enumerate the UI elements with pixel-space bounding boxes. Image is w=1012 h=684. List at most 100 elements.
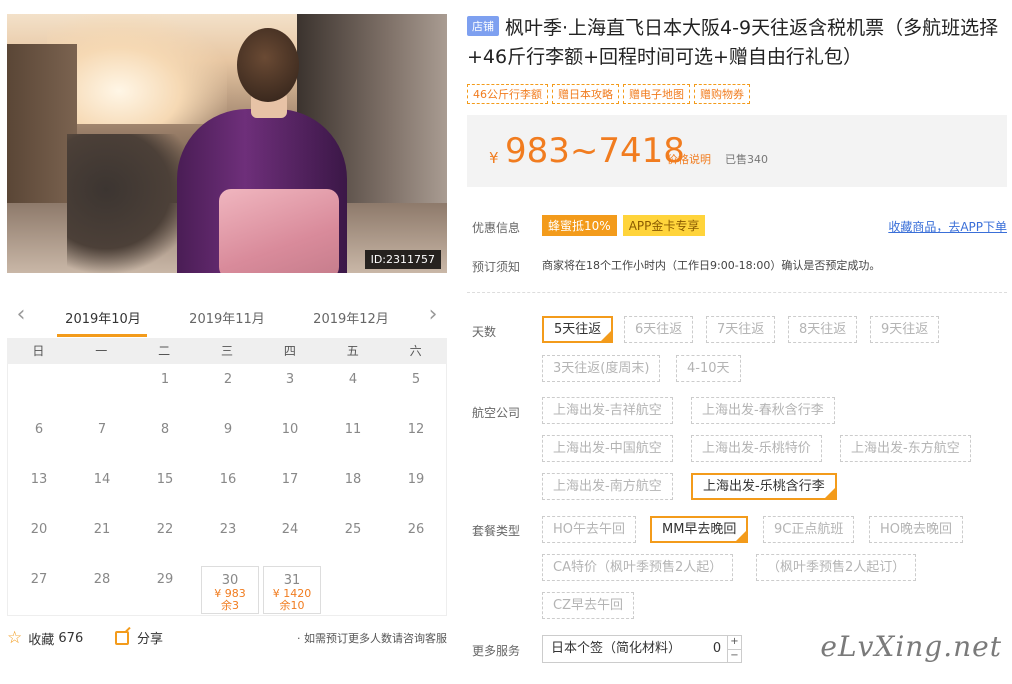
weekday-label: 三 [221,344,234,358]
weekday-label: 一 [95,344,108,358]
option-days[interactable]: 8天往返 [788,316,858,343]
option-package[interactable]: HO晚去晚回 [869,516,964,543]
app-order-link[interactable]: 收藏商品，去APP下单 [888,218,1007,235]
calendar-day: 13 [30,472,48,487]
share-icon [115,630,129,645]
calendar-day: 28 [93,572,111,587]
option-airline[interactable]: 上海出发-吉祥航空 [542,397,673,424]
calendar-day: 4 [348,372,358,387]
calendar-day: 25 [344,522,362,537]
option-days[interactable]: 7天往返 [706,316,776,343]
weekday-label: 五 [346,344,359,358]
calendar-day-number: 31 [283,573,301,588]
weekday-label: 日 [32,344,45,358]
product-page: ID:2311757 ‹ 2019年10月 2019年11月 2019年12月 … [0,0,1012,684]
calendar-day: 22 [156,522,174,537]
services-label: 更多服务 [472,644,521,658]
calendar-day: 1 [160,372,170,387]
service-item: 日本个签（简化材料） [551,641,682,656]
calendar-day: 16 [219,472,237,487]
share-label: 分享 [137,632,164,647]
calendar-day: 6 [34,422,44,437]
weekday-label: 四 [283,344,296,358]
promo-badges: 蜂蜜抵10% APP金卡专享 [542,215,706,236]
calendar-day: 21 [93,522,111,537]
option-airline[interactable]: 上海出发-乐桃特价 [691,435,822,462]
option-days[interactable]: 9天往返 [870,316,940,343]
quantity-stepper: + − [727,636,741,662]
option-days[interactable]: 4-10天 [676,355,741,382]
option-package[interactable]: CA特价（枫叶季预售2人起） [542,554,734,581]
gift-tags: 46公斤行李额 赠日本攻略 赠电子地图 赠购物券 [467,84,750,104]
favorite-label: 收藏 [28,632,55,648]
calendar-day: 12 [407,422,425,437]
calendar-grid: 1 2 3 4 5 6 7 8 9 10 11 12 13 14 15 16 17 18 19 20 21 22 23 24 2… [7,364,447,616]
calendar-day: 19 [407,472,425,487]
option-airline[interactable]: 上海出发-春秋含行李 [691,397,835,424]
favorite-button[interactable]: ☆ 收藏 676 [7,628,83,648]
calendar-day: 23 [219,522,237,537]
option-package[interactable]: MM早去晚回 [650,516,749,543]
active-month-indicator [57,334,147,337]
photo-id-badge: ID:2311757 [364,250,441,269]
option-airline[interactable]: 上海出发-中国航空 [542,435,673,462]
price-range: 983~7418 [505,131,685,171]
service-quantity[interactable]: 0 [707,636,727,662]
tab-month-nov[interactable]: 2019年11月 [181,308,273,327]
minus-button[interactable]: − [728,650,741,663]
calendar-day: 17 [281,472,299,487]
price-explain-link[interactable]: 价格说明 [667,151,711,167]
gift-tag: 赠购物券 [694,84,750,104]
star-icon: ☆ [7,628,23,648]
product-title: 枫叶季·上海直飞日本大阪4-9天往返含税机票（多航班选择+46斤行李额+回程时间… [467,17,999,68]
chevron-left-icon[interactable]: ‹ [11,304,31,326]
calendar-day[interactable]: 31 ¥ 1420 余10 [263,566,321,614]
calendar-footer: ☆ 收藏 676 分享 · 如需预订更多人数请咨询客服 [7,626,447,648]
product-photo: ID:2311757 [7,14,447,273]
sold-count: 已售340 [725,153,768,166]
shop-badge[interactable]: 店铺 [467,16,499,36]
gift-tag: 赠电子地图 [623,84,690,104]
calendar-day: 27 [30,572,48,587]
calendar-day: 7 [97,422,107,437]
share-button[interactable]: 分享 [115,628,163,647]
chevron-right-icon[interactable]: › [423,304,443,326]
calendar-day: 2 [223,372,233,387]
days-label: 天数 [472,325,497,339]
calendar-day: 3 [285,372,295,387]
favorite-count: 676 [58,630,84,646]
option-airline[interactable]: 上海出发-乐桃含行李 [691,473,837,500]
calendar-day: 14 [93,472,111,487]
option-days[interactable]: 6天往返 [624,316,694,343]
calendar-day: 24 [281,522,299,537]
booking-note: · 如需预订更多人数请咨询客服 [297,632,447,645]
promo-label: 优惠信息 [472,221,521,235]
option-package[interactable]: CZ早去午回 [542,592,634,619]
package-label: 套餐类型 [472,524,521,538]
option-package[interactable]: （枫叶季预售2人起订） [756,554,917,581]
airline-label: 航空公司 [472,406,521,420]
tab-month-dec[interactable]: 2019年12月 [305,308,397,327]
plus-button[interactable]: + [728,636,741,650]
option-airline[interactable]: 上海出发-东方航空 [840,435,971,462]
notice-text: 商家将在18个工作小时内（工作日9:00-18:00）确认是否预定成功。 [542,259,881,272]
calendar-day: 9 [223,422,233,437]
calendar-day: 18 [344,472,362,487]
option-days[interactable]: 5天往返 [542,316,614,343]
tab-month-oct[interactable]: 2019年10月 [57,308,149,327]
weekday-label: 二 [158,344,171,358]
app-gold-badge: APP金卡专享 [622,215,706,236]
weekday-label: 六 [409,344,422,358]
price-box: ¥ 983~7418 价格说明 已售340 [467,115,1007,187]
option-airline[interactable]: 上海出发-南方航空 [542,473,673,500]
calendar-day[interactable]: 30 ¥ 983 余3 [201,566,259,614]
option-days[interactable]: 3天往返(度周末) [542,355,661,382]
calendar-day-remaining: 余3 [221,599,239,612]
calendar-month-nav: ‹ 2019年10月 2019年11月 2019年12月 › [7,296,447,338]
notice-label: 预订须知 [472,260,521,274]
price-currency: ¥ [489,149,499,167]
option-package[interactable]: 9C正点航班 [763,516,855,543]
calendar-day: 5 [411,372,421,387]
calendar-day: 15 [156,472,174,487]
option-package[interactable]: HO午去午回 [542,516,637,543]
